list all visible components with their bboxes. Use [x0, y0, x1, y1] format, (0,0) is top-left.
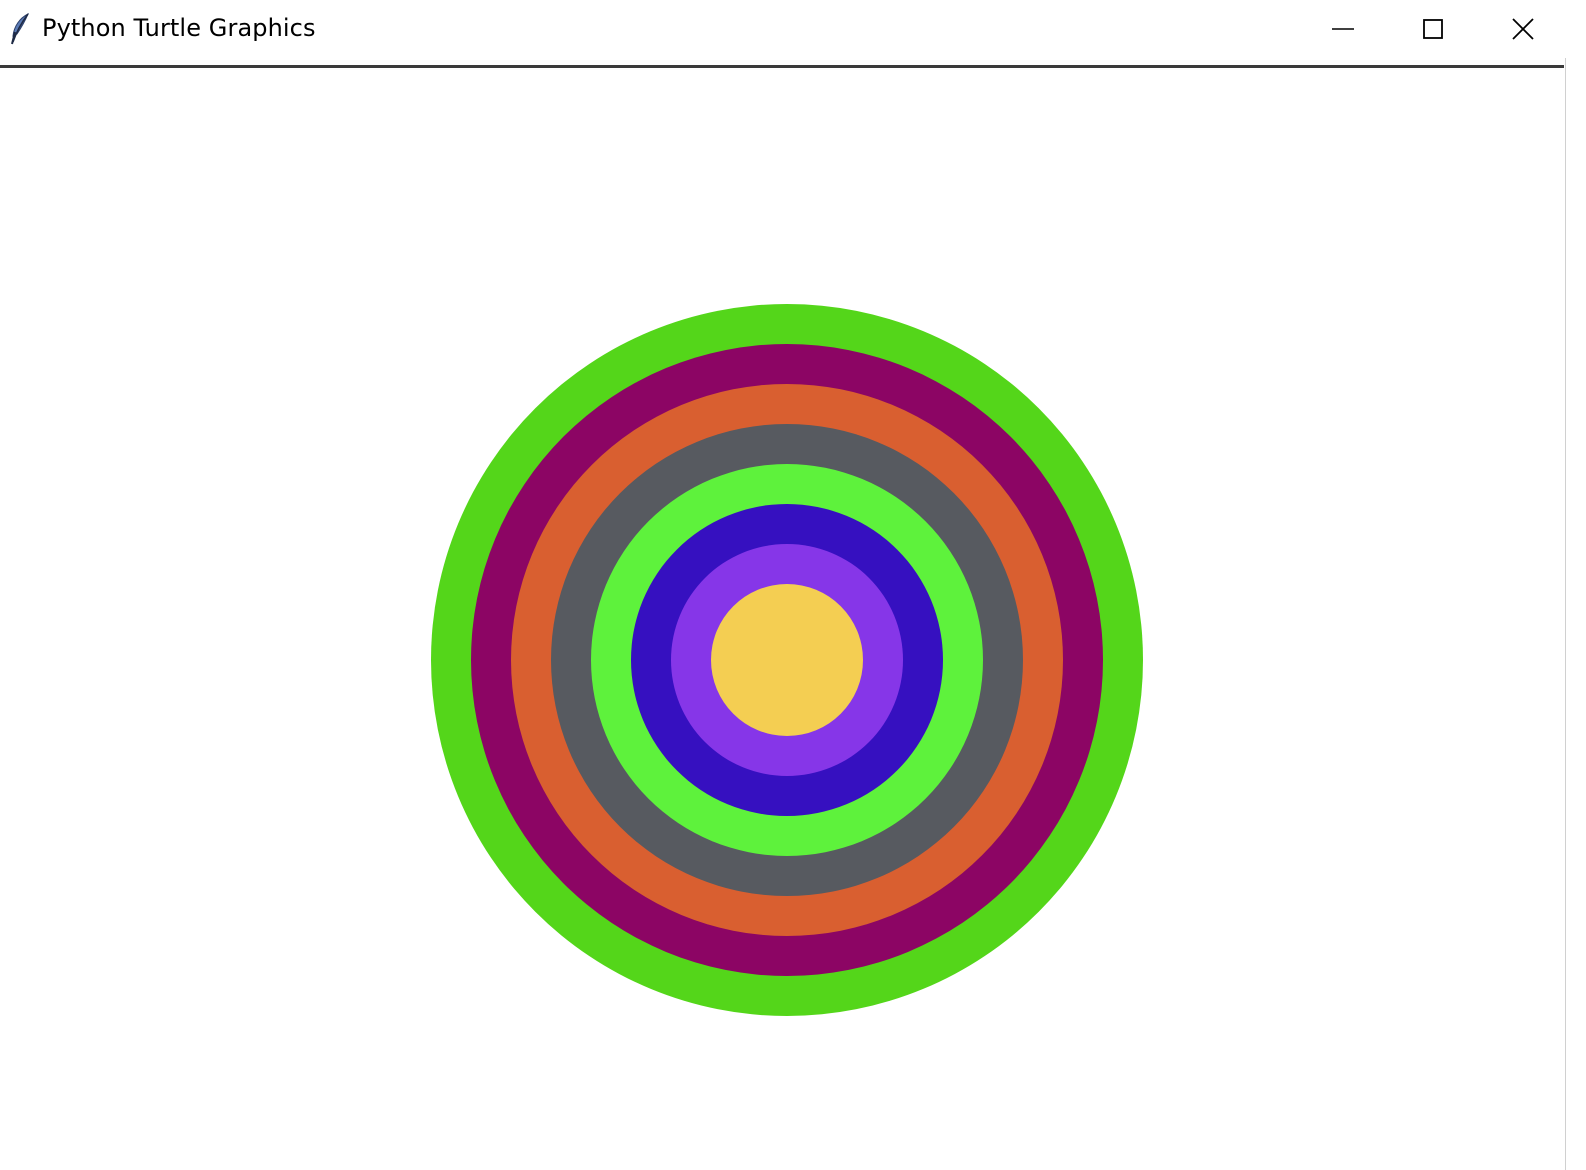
- title-bar[interactable]: Python Turtle Graphics: [0, 0, 1566, 58]
- feather-icon: [8, 12, 32, 46]
- maximize-button[interactable]: [1388, 0, 1478, 58]
- minimize-button[interactable]: [1298, 0, 1388, 58]
- concentric-rings-drawing: [431, 304, 1143, 1016]
- minimize-icon: [1331, 17, 1355, 41]
- ring-8: [711, 584, 863, 736]
- turtle-canvas[interactable]: [0, 68, 1564, 1170]
- maximize-icon: [1421, 17, 1445, 41]
- close-icon: [1511, 17, 1535, 41]
- window-title: Python Turtle Graphics: [42, 14, 316, 42]
- turtle-window: Python Turtle Graphics: [0, 0, 1566, 1170]
- close-button[interactable]: [1478, 0, 1568, 58]
